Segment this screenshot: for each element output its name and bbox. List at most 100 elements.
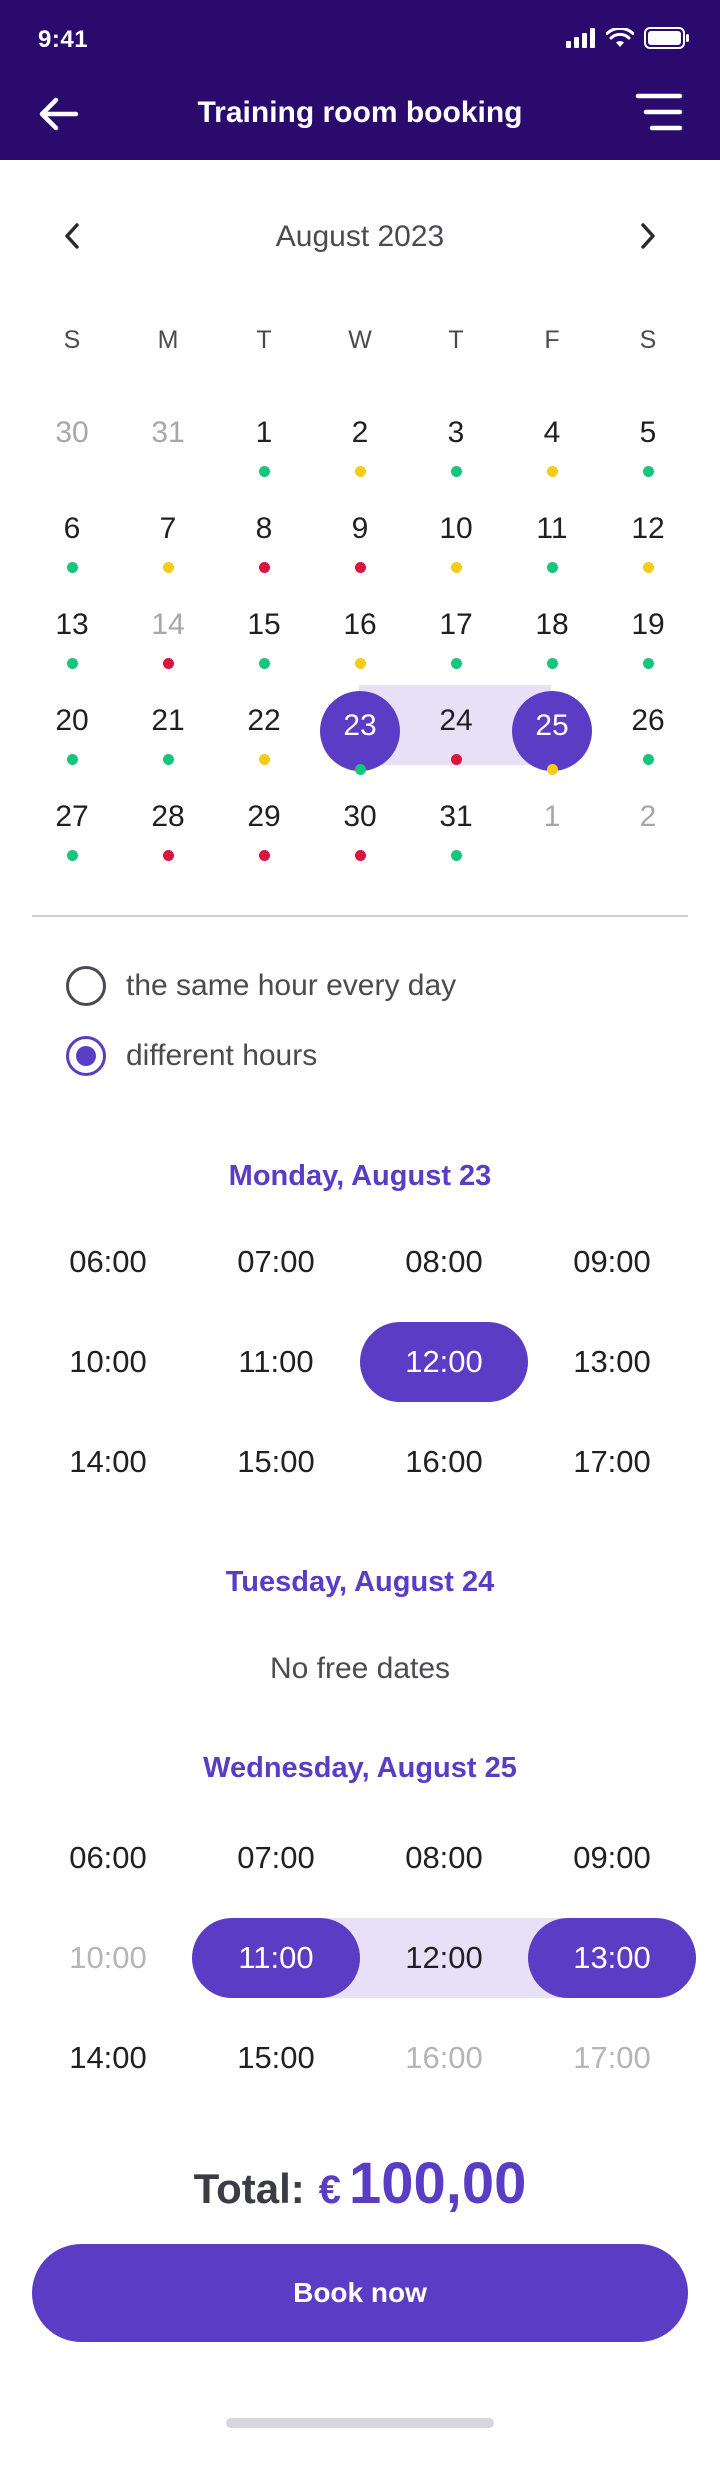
same-hour-radio[interactable] xyxy=(66,966,106,1006)
calendar-day[interactable]: 8 xyxy=(224,494,304,574)
day-number: 13 xyxy=(55,608,89,641)
time-label: 06:00 xyxy=(69,1244,147,1279)
calendar-day[interactable]: 20 xyxy=(32,686,112,766)
calendar-day[interactable]: 27 xyxy=(32,782,112,862)
calendar-day[interactable]: 5 xyxy=(608,398,688,478)
calendar-day[interactable]: 26 xyxy=(608,686,688,766)
calendar-day[interactable]: 28 xyxy=(128,782,208,862)
calendar-day[interactable]: 10 xyxy=(416,494,496,574)
time-slot[interactable]: 10:00 xyxy=(24,1322,192,1402)
menu-button[interactable] xyxy=(634,92,684,132)
time-slot[interactable]: 13:00 xyxy=(528,1322,696,1402)
next-month-button[interactable] xyxy=(628,216,668,256)
availability-dot xyxy=(355,850,366,861)
calendar-day[interactable]: 21 xyxy=(128,686,208,766)
time-slot-selected[interactable]: 13:00 xyxy=(528,1918,696,1998)
calendar-day[interactable]: 3 xyxy=(416,398,496,478)
calendar-day[interactable]: 13 xyxy=(32,590,112,670)
signal-icon xyxy=(566,28,595,48)
time-slot[interactable]: 15:00 xyxy=(192,2018,360,2098)
availability-dot xyxy=(163,754,174,765)
day-number: 21 xyxy=(151,704,185,737)
calendar-day[interactable]: 19 xyxy=(608,590,688,670)
app-header: 9:41 Training room booking xyxy=(0,0,720,160)
day-number: 23 xyxy=(343,709,377,742)
calendar-day[interactable]: 9 xyxy=(320,494,400,574)
calendar-day[interactable]: 6 xyxy=(32,494,112,574)
book-now-button[interactable]: Book now xyxy=(32,2244,688,2342)
calendar-day[interactable]: 24 xyxy=(416,686,496,766)
total-amount: 100,00 xyxy=(349,2151,527,2216)
day-number: 16 xyxy=(343,608,377,641)
status-time: 9:41 xyxy=(38,26,89,53)
calendar-day[interactable]: 17 xyxy=(416,590,496,670)
availability-dot xyxy=(163,850,174,861)
calendar-grid: 30 31 1 2 3 4 5 6 7 8 9 10 11 12 13 14 15 16 17 18 19 20 21 22 2… xyxy=(0,400,720,880)
time-slot[interactable]: 08:00 xyxy=(360,1222,528,1302)
calendar-day[interactable]: 11 xyxy=(512,494,592,574)
calendar-day[interactable]: 29 xyxy=(224,782,304,862)
monday-heading: Monday, August 23 xyxy=(228,1160,492,1192)
calendar-day[interactable]: 12 xyxy=(608,494,688,574)
calendar-day-selected[interactable]: 23 xyxy=(320,691,400,775)
calendar-day[interactable]: 7 xyxy=(128,494,208,574)
same-hour-option[interactable]: the same hour every day xyxy=(66,964,456,1008)
calendar-day-selected[interactable]: 25 xyxy=(512,691,592,775)
time-slot[interactable]: 15:00 xyxy=(192,1422,360,1502)
time-slot[interactable]: 14:00 xyxy=(24,2018,192,2098)
different-hours-option[interactable]: different hours xyxy=(66,1034,317,1078)
availability-dot xyxy=(67,562,78,573)
divider xyxy=(32,915,688,917)
availability-dot xyxy=(643,466,654,477)
chevron-right-icon xyxy=(641,223,655,249)
month-label: August 2023 xyxy=(275,220,445,253)
availability-dot xyxy=(643,658,654,669)
day-number: 19 xyxy=(631,608,665,641)
time-slot[interactable]: 09:00 xyxy=(528,1222,696,1302)
calendar-day[interactable]: 16 xyxy=(320,590,400,670)
total-currency: € xyxy=(318,2168,342,2212)
day-number: 29 xyxy=(247,800,281,833)
time-slot[interactable]: 12:00 xyxy=(360,1918,528,1998)
calendar-day[interactable]: 31 xyxy=(416,782,496,862)
tuesday-heading: Tuesday, August 24 xyxy=(225,1566,495,1598)
total-label: Total: xyxy=(193,2165,305,2212)
availability-dot xyxy=(547,562,558,573)
calendar-day[interactable]: 2 xyxy=(320,398,400,478)
different-hours-radio[interactable] xyxy=(66,1036,106,1076)
calendar-day[interactable]: 15 xyxy=(224,590,304,670)
availability-dot xyxy=(451,466,462,477)
day-number: 30 xyxy=(55,416,89,449)
time-slot[interactable]: 17:00 xyxy=(528,1422,696,1502)
time-slot[interactable]: 16:00 xyxy=(360,1422,528,1502)
calendar-day[interactable]: 4 xyxy=(512,398,592,478)
availability-dot xyxy=(547,764,558,775)
time-slot[interactable]: 09:00 xyxy=(528,1818,696,1898)
time-slot[interactable]: 07:00 xyxy=(192,1818,360,1898)
availability-dot xyxy=(259,466,270,477)
day-number: 20 xyxy=(55,704,89,737)
day-number: 1 xyxy=(255,416,273,449)
calendar-day[interactable]: 1 xyxy=(224,398,304,478)
time-label: 13:00 xyxy=(573,1940,651,1975)
day-number: 28 xyxy=(151,800,185,833)
availability-dot xyxy=(259,754,270,765)
status-icons xyxy=(566,26,690,50)
time-label: 13:00 xyxy=(573,1344,651,1379)
time-slot-selected[interactable]: 12:00 xyxy=(360,1322,528,1402)
time-slot[interactable]: 14:00 xyxy=(24,1422,192,1502)
time-slot[interactable]: 06:00 xyxy=(24,1818,192,1898)
time-slot[interactable]: 08:00 xyxy=(360,1818,528,1898)
day-number: 14 xyxy=(151,608,185,641)
availability-dot xyxy=(163,658,174,669)
time-slot[interactable]: 11:00 xyxy=(192,1322,360,1402)
calendar-day[interactable]: 18 xyxy=(512,590,592,670)
day-number: 9 xyxy=(351,512,369,545)
time-slot-selected[interactable]: 11:00 xyxy=(192,1918,360,1998)
different-hours-label: different hours xyxy=(126,1039,318,1072)
day-number: 8 xyxy=(255,512,273,545)
calendar-day[interactable]: 22 xyxy=(224,686,304,766)
calendar-day[interactable]: 30 xyxy=(320,782,400,862)
time-slot[interactable]: 06:00 xyxy=(24,1222,192,1302)
time-slot[interactable]: 07:00 xyxy=(192,1222,360,1302)
